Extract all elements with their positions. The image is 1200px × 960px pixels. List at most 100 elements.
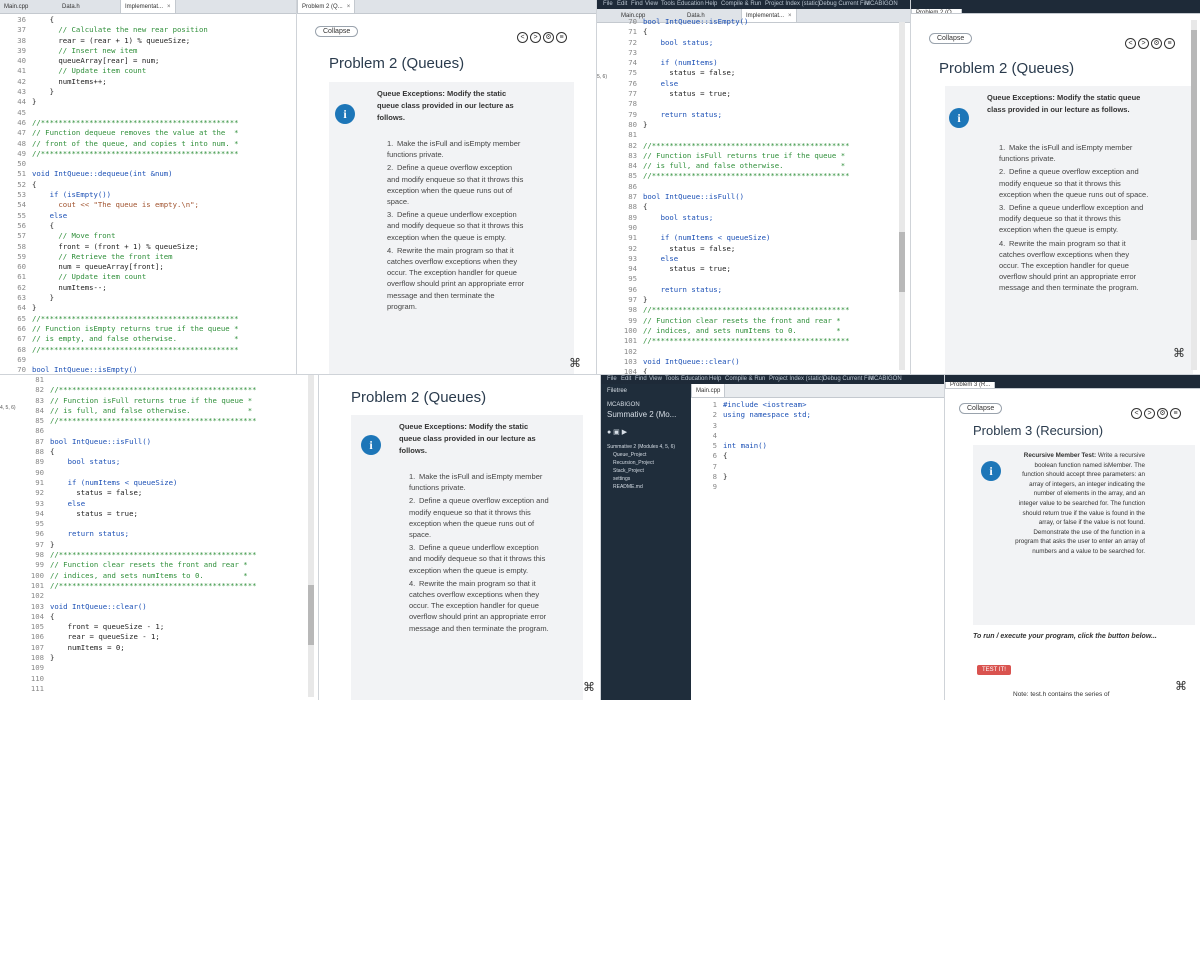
code-line[interactable]: { bbox=[32, 180, 292, 190]
previous-icon[interactable]: < bbox=[517, 32, 528, 43]
code-line[interactable]: // is full, and false otherwise. * bbox=[643, 161, 906, 171]
code-line[interactable] bbox=[723, 462, 940, 472]
code-line[interactable]: { bbox=[643, 27, 906, 37]
code-line[interactable]: } bbox=[32, 303, 292, 313]
filetree-item[interactable]: Queue_Project bbox=[613, 452, 646, 458]
settings-icon[interactable]: ⚙ bbox=[543, 32, 554, 43]
tab-implementation[interactable]: Implementat... × bbox=[120, 0, 176, 13]
next-icon[interactable]: > bbox=[1138, 38, 1149, 49]
code-area[interactable]: 36 37 38 39 40 41 42 43 44 45 46 47 48 49 50 51 52 53 54 55… bbox=[0, 15, 296, 374]
code-line[interactable]: bool status; bbox=[643, 38, 906, 48]
code-line[interactable] bbox=[50, 375, 314, 385]
code-line[interactable]: // Function dequeue removes the value at… bbox=[32, 128, 292, 138]
code-line[interactable]: bool status; bbox=[50, 457, 314, 467]
tab-main-cpp[interactable]: Main.cpp bbox=[0, 0, 32, 13]
code-line[interactable]: front = (front + 1) % queueSize; bbox=[32, 242, 292, 252]
code-line[interactable]: // Update item count bbox=[32, 66, 292, 76]
code-line[interactable] bbox=[32, 159, 292, 169]
code-line[interactable]: { bbox=[32, 15, 292, 25]
code-line[interactable]: // indices, and sets numItems to 0. * bbox=[643, 326, 906, 336]
code-line[interactable]: front = queueSize - 1; bbox=[50, 622, 314, 632]
code-line[interactable]: return status; bbox=[50, 529, 314, 539]
code-line[interactable]: } bbox=[723, 472, 940, 482]
code-line[interactable]: #include <iostream> bbox=[723, 400, 940, 410]
code-line[interactable]: return status; bbox=[643, 285, 906, 295]
menu-item[interactable]: MCABIGON bbox=[865, 1, 898, 7]
code-line[interactable]: else bbox=[50, 499, 314, 509]
menu-icon[interactable]: ≡ bbox=[1170, 408, 1181, 419]
expand-icon[interactable]: ⌘ bbox=[1175, 679, 1187, 693]
code-line[interactable]: void IntQueue::clear() bbox=[643, 357, 906, 367]
collapse-button[interactable]: Collapse bbox=[929, 33, 973, 44]
code-line[interactable]: // Update item count bbox=[32, 272, 292, 282]
menu-icon[interactable]: ≡ bbox=[1164, 38, 1175, 49]
code-line[interactable]: numItems--; bbox=[32, 283, 292, 293]
code-line[interactable]: //**************************************… bbox=[50, 581, 314, 591]
expand-icon[interactable]: ⌘ bbox=[583, 680, 595, 694]
menu-item[interactable]: File bbox=[607, 376, 617, 382]
code-line[interactable]: //**************************************… bbox=[50, 550, 314, 560]
menu-item[interactable]: Project Index (static) bbox=[769, 376, 824, 382]
settings-icon[interactable]: ⚙ bbox=[1157, 408, 1168, 419]
code-line[interactable]: numItems = 0; bbox=[50, 643, 314, 653]
scrollbar[interactable] bbox=[899, 22, 905, 370]
code-line[interactable]: else bbox=[643, 79, 906, 89]
code-area[interactable]: 123456789 #include <iostream> using names… bbox=[691, 400, 944, 700]
menu-item[interactable]: Debug Current File bbox=[823, 376, 874, 382]
expand-icon[interactable]: ⌘ bbox=[1173, 346, 1185, 360]
menu-item[interactable]: Edit bbox=[617, 1, 627, 7]
code-line[interactable] bbox=[723, 421, 940, 431]
code-line[interactable]: // Function isFull returns true if the q… bbox=[50, 396, 314, 406]
code-line[interactable]: status = false; bbox=[50, 488, 314, 498]
menu-item[interactable]: Tools bbox=[661, 1, 675, 7]
filetree-item[interactable]: settings bbox=[613, 476, 630, 482]
filetree-item[interactable]: README.md bbox=[613, 484, 643, 490]
code-line[interactable]: // Calculate the new rear position bbox=[32, 25, 292, 35]
close-icon[interactable]: × bbox=[347, 4, 351, 10]
menu-item[interactable]: Compile & Run bbox=[725, 376, 765, 382]
code-lines[interactable]: #include <iostream> using namespace std; i… bbox=[723, 400, 940, 700]
code-line[interactable] bbox=[723, 482, 940, 492]
settings-icon[interactable]: ⚙ bbox=[1151, 38, 1162, 49]
code-line[interactable]: // Retrieve the front item bbox=[32, 252, 292, 262]
code-line[interactable]: if (numItems < queueSize) bbox=[50, 478, 314, 488]
scrollbar[interactable] bbox=[1191, 20, 1197, 370]
previous-icon[interactable]: < bbox=[1131, 408, 1142, 419]
tab-problem-2[interactable]: Problem 2 (Q... × bbox=[297, 0, 356, 13]
code-line[interactable]: int main() bbox=[723, 441, 940, 451]
tab-main-cpp[interactable]: Main.cpp bbox=[691, 384, 726, 397]
menu-item[interactable]: Education bbox=[681, 376, 708, 382]
code-line[interactable] bbox=[50, 519, 314, 529]
code-line[interactable]: // Function isEmpty returns true if the … bbox=[32, 324, 292, 334]
code-line[interactable]: // Move front bbox=[32, 231, 292, 241]
filetree-item[interactable]: Summative 2 (Modules 4, 5, 6) bbox=[607, 444, 675, 450]
code-line[interactable]: cout << "The queue is empty.\n"; bbox=[32, 200, 292, 210]
code-line[interactable]: rear = queueSize - 1; bbox=[50, 632, 314, 642]
code-area[interactable]: 70 71 72 73 74 75 76 77 78 79 80 81 82 83 84 85 86 87 88 89… bbox=[611, 17, 910, 374]
code-line[interactable]: rear = (rear + 1) % queueSize; bbox=[32, 36, 292, 46]
code-line[interactable] bbox=[643, 223, 906, 233]
tab-problem-2[interactable]: Problem 2 (Q... bbox=[911, 9, 962, 13]
code-line[interactable]: //**************************************… bbox=[643, 141, 906, 151]
scroll-thumb[interactable] bbox=[1191, 30, 1197, 240]
menu-item[interactable]: Tools bbox=[665, 376, 679, 382]
tab-problem-3[interactable]: Problem 3 (R... bbox=[945, 382, 996, 388]
code-line[interactable] bbox=[50, 674, 314, 684]
code-line[interactable]: queueArray[rear] = num; bbox=[32, 56, 292, 66]
menu-item[interactable]: Debug Current File bbox=[819, 1, 870, 7]
code-line[interactable]: //**************************************… bbox=[32, 314, 292, 324]
code-line[interactable] bbox=[643, 182, 906, 192]
code-line[interactable] bbox=[643, 99, 906, 109]
code-line[interactable]: } bbox=[32, 293, 292, 303]
code-line[interactable]: { bbox=[723, 451, 940, 461]
code-line[interactable]: } bbox=[643, 120, 906, 130]
menu-item[interactable]: View bbox=[645, 1, 658, 7]
menu-item[interactable]: Find bbox=[635, 376, 647, 382]
code-line[interactable] bbox=[50, 591, 314, 601]
code-line[interactable]: //**************************************… bbox=[32, 118, 292, 128]
code-line[interactable]: { bbox=[50, 447, 314, 457]
menu-item[interactable]: Help bbox=[705, 1, 717, 7]
code-line[interactable] bbox=[32, 355, 292, 365]
code-line[interactable] bbox=[50, 663, 314, 673]
collapse-button[interactable]: Collapse bbox=[315, 26, 359, 37]
